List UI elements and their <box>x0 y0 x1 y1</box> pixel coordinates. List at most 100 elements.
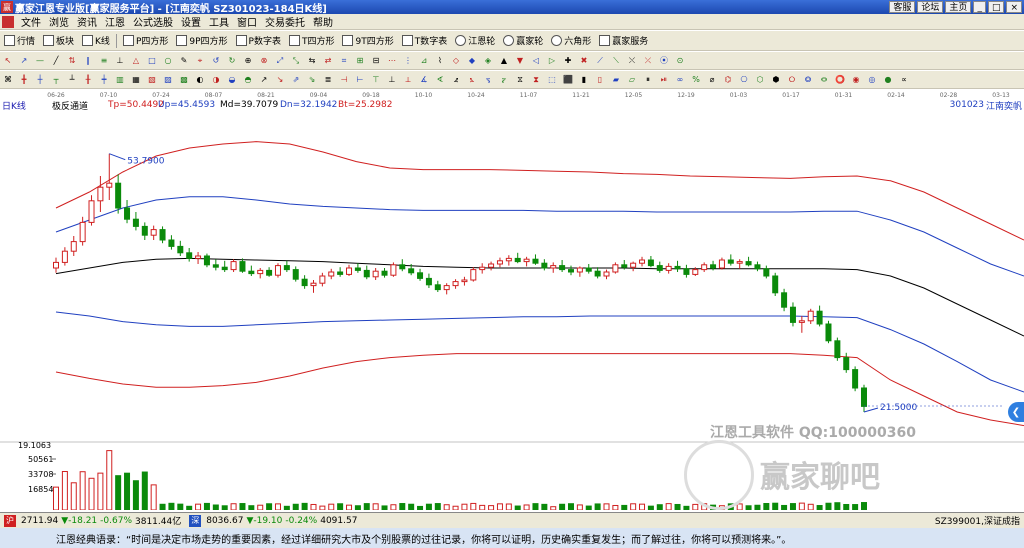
analysis-tool-icon[interactable]: ▮ <box>578 74 590 86</box>
analysis-tool-icon[interactable]: ⬢ <box>770 74 782 86</box>
menu-help[interactable]: 帮助 <box>309 14 337 29</box>
analysis-tool-icon[interactable]: ◑ <box>210 74 222 86</box>
analysis-tool-icon[interactable]: ◉ <box>850 74 862 86</box>
drawing-tool-icon[interactable]: ⟍ <box>610 55 622 67</box>
menu-window[interactable]: 窗口 <box>233 14 261 29</box>
analysis-tool-icon[interactable]: ◐ <box>194 74 206 86</box>
analysis-tool-icon[interactable]: ◓ <box>242 74 254 86</box>
index-code-label[interactable]: SZ399001,深证成指 <box>935 514 1020 527</box>
analysis-tool-icon[interactable]: ⌀ <box>706 74 718 86</box>
analysis-tool-icon[interactable]: ▱ <box>626 74 638 86</box>
9t-square-button[interactable]: 9T四方形 <box>338 33 397 49</box>
menu-settings[interactable]: 设置 <box>177 14 205 29</box>
sz-index-group[interactable]: 深 8036.67 ▼-19.10 -0.24% 4091.57 <box>187 514 357 527</box>
drawing-tool-icon[interactable]: ⟋ <box>594 55 606 67</box>
analysis-tool-icon[interactable]: ⊤ <box>370 74 382 86</box>
minimize-button[interactable]: _ <box>973 1 986 13</box>
9p-square-button[interactable]: 9P四方形 <box>172 33 231 49</box>
analysis-tool-icon[interactable]: ⬡ <box>754 74 766 86</box>
drawing-tool-icon[interactable]: ⊗ <box>258 55 270 67</box>
menu-tools[interactable]: 工具 <box>205 14 233 29</box>
analysis-tool-icon[interactable]: ▩ <box>178 74 190 86</box>
analysis-tool-icon[interactable]: ≣ <box>322 74 334 86</box>
t-number-table-button[interactable]: T数字表 <box>398 33 452 49</box>
drawing-tool-icon[interactable]: ⦿ <box>658 55 670 67</box>
drawing-tool-icon[interactable]: ≡ <box>98 55 110 67</box>
analysis-tool-icon[interactable]: ⭖ <box>818 74 830 86</box>
analysis-tool-icon[interactable]: ⇗ <box>290 74 302 86</box>
p-number-table-button[interactable]: P数字表 <box>232 33 285 49</box>
analysis-tool-icon[interactable]: ▧ <box>146 74 158 86</box>
close-button[interactable]: × <box>1006 1 1022 13</box>
menu-trade[interactable]: 交易委托 <box>261 14 309 29</box>
drawing-tool-icon[interactable]: ⤫ <box>642 55 654 67</box>
menu-file[interactable]: 文件 <box>17 14 45 29</box>
t-square-button[interactable]: T四方形 <box>285 33 339 49</box>
analysis-tool-icon[interactable]: ╋ <box>18 74 30 86</box>
analysis-tool-icon[interactable]: ▥ <box>114 74 126 86</box>
menu-info[interactable]: 资讯 <box>73 14 101 29</box>
analysis-tool-icon[interactable]: ∞ <box>674 74 686 86</box>
winner-wheel-button[interactable]: 赢家轮 <box>499 33 547 49</box>
analysis-tool-icon[interactable]: ┬ <box>50 74 62 86</box>
menu-browse[interactable]: 浏览 <box>45 14 73 29</box>
analysis-tool-icon[interactable]: ∢ <box>434 74 446 86</box>
customer-service-button[interactable]: 客服 <box>889 1 916 13</box>
drawing-tool-icon[interactable]: ⊿ <box>418 55 430 67</box>
drawing-tool-icon[interactable]: ⤡ <box>290 55 302 67</box>
drawing-tool-icon[interactable]: ↖ <box>2 55 14 67</box>
analysis-tool-icon[interactable]: ◎ <box>866 74 878 86</box>
analysis-tool-icon[interactable]: ▰ <box>610 74 622 86</box>
winner-service-button[interactable]: 赢家服务 <box>595 33 652 49</box>
restore-button[interactable]: □ <box>987 1 1005 13</box>
drawing-tool-icon[interactable]: ✖ <box>578 55 590 67</box>
analysis-tool-icon[interactable]: ⌬ <box>722 74 734 86</box>
analysis-tool-icon[interactable]: ┿ <box>98 74 110 86</box>
drawing-tool-icon[interactable]: ▷ <box>546 55 558 67</box>
analysis-tool-icon[interactable]: ┴ <box>66 74 78 86</box>
analysis-tool-icon[interactable]: ↗ <box>258 74 270 86</box>
menu-formula[interactable]: 公式选股 <box>129 14 177 29</box>
analysis-tool-icon[interactable]: ⏯ <box>658 74 670 86</box>
p-square-button[interactable]: P四方形 <box>119 33 172 49</box>
analysis-tool-icon[interactable]: ⊢ <box>354 74 366 86</box>
analysis-tool-icon[interactable]: ⌘ <box>2 74 14 86</box>
drawing-tool-icon[interactable]: □ <box>146 55 158 67</box>
drawing-tool-icon[interactable]: ⊞ <box>354 55 366 67</box>
drawing-tool-icon[interactable]: ╱ <box>50 55 62 67</box>
drawing-tool-icon[interactable]: ↻ <box>226 55 238 67</box>
drawing-tool-icon[interactable]: ⇄ <box>322 55 334 67</box>
gann-wheel-button[interactable]: 江恩轮 <box>451 33 499 49</box>
drawing-tool-icon[interactable]: ◈ <box>482 55 494 67</box>
sectors-button[interactable]: 板块 <box>39 33 78 49</box>
analysis-tool-icon[interactable]: ⇘ <box>306 74 318 86</box>
side-scroll-button[interactable]: ❮ <box>1008 402 1024 422</box>
analysis-tool-icon[interactable]: % <box>690 74 702 86</box>
analysis-tool-icon[interactable]: ⭕ <box>834 74 846 86</box>
drawing-tool-icon[interactable]: ⤬ <box>626 55 638 67</box>
quotes-button[interactable]: 行情 <box>0 33 39 49</box>
hexagon-button[interactable]: 六角形 <box>547 33 595 49</box>
kline-button[interactable]: K线 <box>78 33 114 49</box>
drawing-tool-icon[interactable]: ⋯ <box>386 55 398 67</box>
analysis-tool-icon[interactable]: ⊥ <box>386 74 398 86</box>
analysis-tool-icon[interactable]: ▯ <box>594 74 606 86</box>
analysis-tool-icon[interactable]: ⦨ <box>450 74 462 86</box>
analysis-tool-icon[interactable]: ⦫ <box>498 74 510 86</box>
drawing-tool-icon[interactable]: ✚ <box>562 55 574 67</box>
drawing-tool-icon[interactable]: ⊟ <box>370 55 382 67</box>
drawing-tool-icon[interactable]: ↺ <box>210 55 222 67</box>
analysis-tool-icon[interactable]: ⎔ <box>738 74 750 86</box>
drawing-tool-icon[interactable]: ⊙ <box>674 55 686 67</box>
drawing-tool-icon[interactable]: ▲ <box>498 55 510 67</box>
drawing-tool-icon[interactable]: ⌖ <box>194 55 206 67</box>
menu-app-icon[interactable] <box>2 15 14 28</box>
analysis-tool-icon[interactable]: ▦ <box>130 74 142 86</box>
analysis-tool-icon[interactable]: ▨ <box>162 74 174 86</box>
forum-button[interactable]: 论坛 <box>917 1 944 13</box>
analysis-tool-icon[interactable]: ⦪ <box>482 74 494 86</box>
drawing-tool-icon[interactable]: △ <box>130 55 142 67</box>
analysis-tool-icon[interactable]: ∡ <box>418 74 430 86</box>
analysis-tool-icon[interactable]: ⭗ <box>802 74 814 86</box>
drawing-tool-icon[interactable]: ◁ <box>530 55 542 67</box>
